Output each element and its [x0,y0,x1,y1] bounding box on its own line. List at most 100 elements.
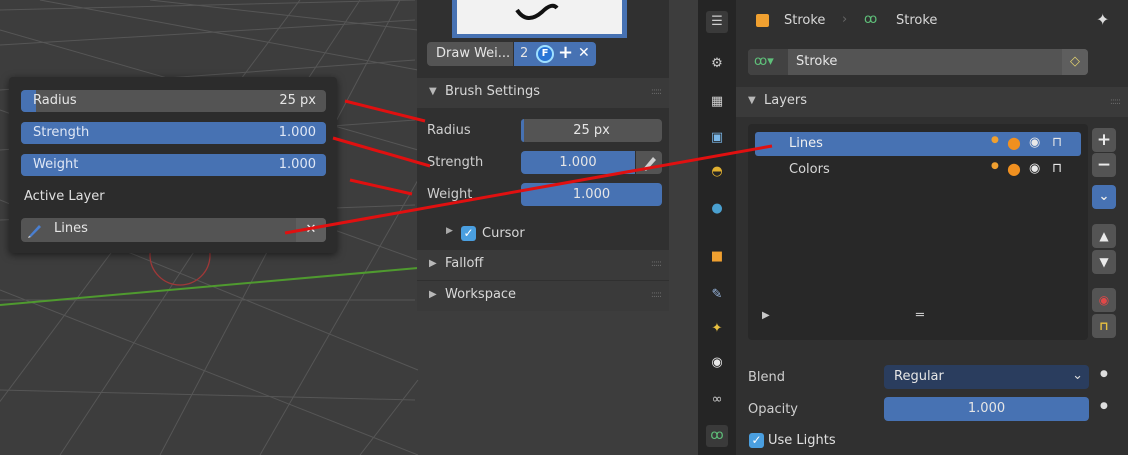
layer-name: Colors [789,162,830,177]
blend-label: Blend [748,370,786,385]
vertex-group-name-field[interactable]: Draw Wei... [427,42,513,66]
brush-preview-frame [452,0,627,38]
modifier-wrench-icon[interactable]: ✎ [706,284,728,306]
active-layer-heading: Active Layer [24,189,105,204]
onion-skin-icon[interactable]: ● [1007,133,1021,152]
layer-list[interactable]: Lines ● ● ◉ ⊓ Colors ● ● ◉ ⊓ ▶ ═ [748,124,1088,340]
radius-field[interactable]: 25 px [521,119,662,142]
move-down-icon[interactable]: ▼ [1092,250,1116,274]
drag-handle-icon[interactable]: ::::: [651,290,662,300]
tool-tab-icon[interactable]: ⚙ [706,53,728,75]
output-tab-icon[interactable]: ▣ [706,127,728,149]
popup-strength-slider[interactable]: Strength 1.000 [21,122,326,144]
strength-label: Strength [427,155,484,170]
brush-popup: Radius 25 px Strength 1.000 Weight 1.000… [9,77,337,253]
stroke-data-tab-icon[interactable]: ꝏ [706,425,728,447]
clear-layer-x-icon[interactable]: ✕ [296,218,326,242]
eye-icon[interactable]: ◉ [1029,161,1040,176]
cursor-checkbox[interactable]: ✓ [461,226,476,241]
pressure-pen-icon[interactable] [636,151,662,174]
active-layer-value: Lines [54,221,88,236]
layer-specials-chevron-down-icon[interactable]: ⌄ [1092,185,1116,209]
isolate-eye-icon[interactable]: ◉ [1092,288,1116,312]
radius-value: 25 px [573,123,610,138]
brush-settings-header[interactable]: ▼ Brush Settings ::::: [417,78,669,108]
weight-value: 1.000 [572,187,611,202]
use-lights-label: Use Lights [768,433,836,448]
tool-settings-panel: Draw Wei... 2 F + ✕ ▼ Brush Settings :::… [417,0,669,311]
x-axis-line [0,267,419,306]
layers-header[interactable]: ▼ Layers ::::: [736,87,1128,117]
keyframe-dot-icon[interactable]: ● [1100,401,1108,411]
view-layer-tab-icon[interactable]: ◓ [706,161,728,183]
blend-dropdown[interactable]: Regular ⌄ [884,365,1089,389]
breadcrumb-separator-icon: › [842,12,848,27]
cursor-label: Cursor [482,226,525,241]
strength-field[interactable]: 1.000 [521,151,635,174]
layer-row-colors[interactable]: Colors ● ● ◉ ⊓ [755,158,1081,182]
falloff-header[interactable]: ▶ Falloff ::::: [417,250,669,280]
unlink-x-icon[interactable]: ✕ [578,45,590,61]
popup-radius-slider[interactable]: Radius 25 px [21,90,326,112]
onion-skin-icon[interactable]: ● [1007,159,1021,178]
layer-name: Lines [789,136,823,151]
dot-icon: ● [991,135,999,145]
opacity-value: 1.000 [967,401,1006,416]
keyframe-dot-icon[interactable]: ● [1100,369,1108,379]
render-tab-icon[interactable]: ▦ [706,91,728,113]
stroke-browse-icon[interactable]: ꝏ▾ [748,49,788,75]
fake-user-shield-icon[interactable]: F [536,45,554,63]
world-tab-icon[interactable]: ● [706,198,728,220]
popup-strength-value: 1.000 [278,125,316,140]
blend-value: Regular [894,369,944,384]
collapsed-triangle-icon: ▶ [429,258,437,269]
vertex-group-controls: 2 F + ✕ [514,42,596,66]
object-tab-icon[interactable]: ■ [706,246,728,268]
breadcrumb-data: Stroke [896,13,938,28]
add-layer-plus-icon[interactable]: + [1092,128,1116,152]
active-layer-field[interactable]: Lines ✕ [21,218,326,242]
expand-triangle-icon: ▼ [748,95,756,106]
use-lights-checkbox[interactable]: ✓ [749,433,764,448]
layer-row-lines[interactable]: Lines ● ● ◉ ⊓ [755,132,1081,156]
opacity-label: Opacity [748,402,799,417]
layers-title: Layers [764,93,808,108]
brush-preview-image[interactable] [457,0,622,34]
eye-icon[interactable]: ◉ [1029,135,1040,150]
weight-field[interactable]: 1.000 [521,183,662,206]
physics-tab-icon[interactable]: ◉ [706,352,728,374]
popup-weight-value: 1.000 [278,157,316,172]
brush-settings-title: Brush Settings [445,84,540,99]
drag-handle-icon[interactable]: ::::: [651,87,662,97]
popup-radius-label: Radius [33,93,77,108]
remove-layer-minus-icon[interactable]: − [1092,153,1116,177]
outliner-tab-icon[interactable]: ☰ [706,11,728,33]
new-plus-icon[interactable]: + [558,42,573,63]
cursor-expand-triangle-icon[interactable]: ▶ [446,226,453,236]
fake-user-shield-icon[interactable]: ◇ [1062,49,1088,75]
resize-handle-icon[interactable]: ═ [916,308,924,323]
opacity-slider[interactable]: 1.000 [884,397,1089,421]
popup-weight-slider[interactable]: Weight 1.000 [21,154,326,176]
drag-handle-icon[interactable]: ::::: [1110,97,1121,107]
constraint-link-icon[interactable]: ∞ [706,389,728,411]
effects-tab-icon[interactable]: ✦ [706,318,728,340]
popup-weight-label: Weight [33,157,79,172]
pin-icon[interactable]: ✦ [1096,10,1109,29]
popup-radius-value: 25 px [279,93,316,108]
list-options-triangle-icon[interactable]: ▶ [762,310,770,321]
isolate-lock-icon[interactable]: ⊓ [1092,314,1116,338]
datablock-selector[interactable]: ꝏ▾ Stroke ◇ [748,49,1088,75]
strength-value: 1.000 [559,155,597,170]
unlock-icon[interactable]: ⊓ [1052,161,1062,176]
user-count[interactable]: 2 [520,46,528,61]
falloff-title: Falloff [445,256,484,271]
workspace-header[interactable]: ▶ Workspace ::::: [417,281,669,311]
workspace-title: Workspace [445,287,517,302]
stroke-icon: ꝏ [864,12,878,27]
drag-handle-icon[interactable]: ::::: [651,259,662,269]
unlock-icon[interactable]: ⊓ [1052,135,1062,150]
properties-editor: Stroke › ꝏ Stroke ✦ ꝏ▾ Stroke ◇ ▼ Layers… [736,0,1128,455]
move-up-icon[interactable]: ▲ [1092,224,1116,248]
collapsed-triangle-icon: ▶ [429,289,437,300]
